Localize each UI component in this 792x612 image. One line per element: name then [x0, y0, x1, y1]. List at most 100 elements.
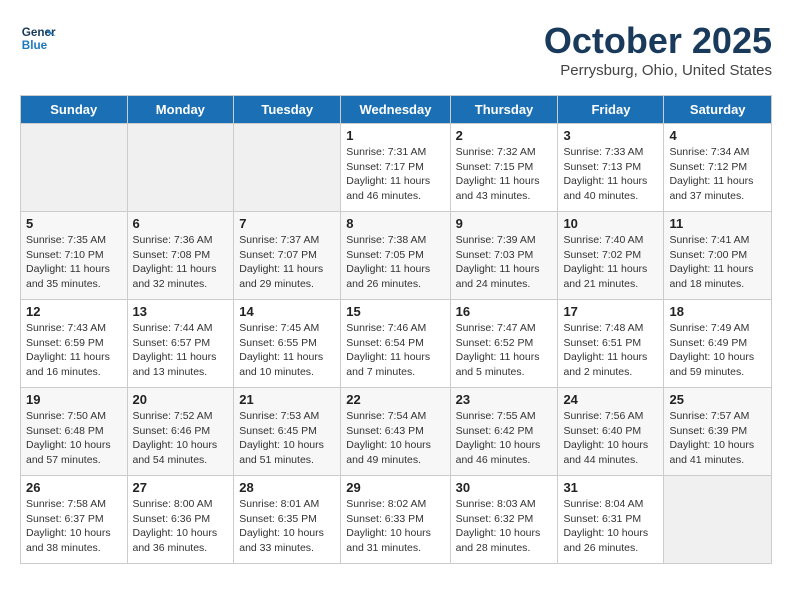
calendar-cell: 9 Sunrise: 7:39 AM Sunset: 7:03 PM Daylig…: [450, 212, 558, 300]
calendar-week-2: 5 Sunrise: 7:35 AM Sunset: 7:10 PM Daylig…: [21, 212, 772, 300]
day-info: Sunrise: 7:54 AM Sunset: 6:43 PM Dayligh…: [346, 409, 444, 468]
day-number: 7: [239, 216, 335, 231]
calendar-cell: 11 Sunrise: 7:41 AM Sunset: 7:00 PM Dayli…: [664, 212, 772, 300]
weekday-header-monday: Monday: [127, 96, 234, 124]
day-number: 13: [133, 304, 229, 319]
day-info: Sunrise: 7:39 AM Sunset: 7:03 PM Dayligh…: [456, 233, 553, 292]
day-info: Sunrise: 7:48 AM Sunset: 6:51 PM Dayligh…: [563, 321, 658, 380]
day-number: 14: [239, 304, 335, 319]
day-number: 26: [26, 480, 122, 495]
calendar-week-5: 26 Sunrise: 7:58 AM Sunset: 6:37 PM Dayli…: [21, 476, 772, 564]
day-info: Sunrise: 8:02 AM Sunset: 6:33 PM Dayligh…: [346, 497, 444, 556]
day-number: 31: [563, 480, 658, 495]
day-info: Sunrise: 7:41 AM Sunset: 7:00 PM Dayligh…: [669, 233, 766, 292]
day-info: Sunrise: 7:55 AM Sunset: 6:42 PM Dayligh…: [456, 409, 553, 468]
calendar-cell: [664, 476, 772, 564]
logo: General Blue: [20, 20, 56, 56]
calendar-cell: 10Sunrise: 7:40 AM Sunset: 7:02 PM Dayli…: [558, 212, 664, 300]
weekday-header-tuesday: Tuesday: [234, 96, 341, 124]
calendar-cell: 3Sunrise: 7:33 AM Sunset: 7:13 PM Daylig…: [558, 124, 664, 212]
weekday-header-friday: Friday: [558, 96, 664, 124]
day-number: 2: [456, 128, 553, 143]
day-info: Sunrise: 7:35 AM Sunset: 7:10 PM Dayligh…: [26, 233, 122, 292]
day-info: Sunrise: 7:37 AM Sunset: 7:07 PM Dayligh…: [239, 233, 335, 292]
weekday-header-saturday: Saturday: [664, 96, 772, 124]
day-info: Sunrise: 7:53 AM Sunset: 6:45 PM Dayligh…: [239, 409, 335, 468]
day-number: 17: [563, 304, 658, 319]
day-info: Sunrise: 8:01 AM Sunset: 6:35 PM Dayligh…: [239, 497, 335, 556]
day-number: 23: [456, 392, 553, 407]
day-info: Sunrise: 7:46 AM Sunset: 6:54 PM Dayligh…: [346, 321, 444, 380]
day-info: Sunrise: 7:45 AM Sunset: 6:55 PM Dayligh…: [239, 321, 335, 380]
day-info: Sunrise: 7:44 AM Sunset: 6:57 PM Dayligh…: [133, 321, 229, 380]
weekday-header-wednesday: Wednesday: [341, 96, 450, 124]
svg-text:Blue: Blue: [22, 39, 48, 52]
day-info: Sunrise: 7:52 AM Sunset: 6:46 PM Dayligh…: [133, 409, 229, 468]
weekday-header-sunday: Sunday: [21, 96, 128, 124]
day-info: Sunrise: 7:38 AM Sunset: 7:05 PM Dayligh…: [346, 233, 444, 292]
calendar-cell: 27 Sunrise: 8:00 AM Sunset: 6:36 PM Dayli…: [127, 476, 234, 564]
title-block: October 2025 Perrysburg, Ohio, United St…: [544, 20, 772, 79]
day-info: Sunrise: 7:43 AM Sunset: 6:59 PM Dayligh…: [26, 321, 122, 380]
day-number: 22: [346, 392, 444, 407]
calendar-cell: 13 Sunrise: 7:44 AM Sunset: 6:57 PM Dayli…: [127, 300, 234, 388]
calendar-cell: 14 Sunrise: 7:45 AM Sunset: 6:55 PM Dayli…: [234, 300, 341, 388]
day-number: 24: [563, 392, 658, 407]
day-info: Sunrise: 7:34 AM Sunset: 7:12 PM Dayligh…: [669, 145, 766, 204]
day-number: 9: [456, 216, 553, 231]
calendar-cell: 18 Sunrise: 7:49 AM Sunset: 6:49 PM Dayli…: [664, 300, 772, 388]
calendar-cell: 1Sunrise: 7:31 AM Sunset: 7:17 PM Daylig…: [341, 124, 450, 212]
calendar-cell: [21, 124, 128, 212]
day-number: 4: [669, 128, 766, 143]
day-info: Sunrise: 7:33 AM Sunset: 7:13 PM Dayligh…: [563, 145, 658, 204]
day-number: 1: [346, 128, 444, 143]
day-info: Sunrise: 8:03 AM Sunset: 6:32 PM Dayligh…: [456, 497, 553, 556]
day-info: Sunrise: 7:47 AM Sunset: 6:52 PM Dayligh…: [456, 321, 553, 380]
calendar-cell: 31 Sunrise: 8:04 AM Sunset: 6:31 PM Dayli…: [558, 476, 664, 564]
calendar-week-1: 1Sunrise: 7:31 AM Sunset: 7:17 PM Daylig…: [21, 124, 772, 212]
month-title: October 2025: [544, 20, 772, 62]
day-number: 5: [26, 216, 122, 231]
day-number: 19: [26, 392, 122, 407]
calendar-cell: 30 Sunrise: 8:03 AM Sunset: 6:32 PM Dayli…: [450, 476, 558, 564]
calendar-cell: 5 Sunrise: 7:35 AM Sunset: 7:10 PM Daylig…: [21, 212, 128, 300]
calendar-cell: 26 Sunrise: 7:58 AM Sunset: 6:37 PM Dayli…: [21, 476, 128, 564]
day-number: 27: [133, 480, 229, 495]
calendar-cell: 29 Sunrise: 8:02 AM Sunset: 6:33 PM Dayli…: [341, 476, 450, 564]
day-number: 25: [669, 392, 766, 407]
calendar-cell: 19 Sunrise: 7:50 AM Sunset: 6:48 PM Dayli…: [21, 388, 128, 476]
day-number: 30: [456, 480, 553, 495]
calendar-cell: 15Sunrise: 7:46 AM Sunset: 6:54 PM Dayli…: [341, 300, 450, 388]
calendar-cell: [234, 124, 341, 212]
calendar-cell: 24Sunrise: 7:56 AM Sunset: 6:40 PM Dayli…: [558, 388, 664, 476]
calendar-cell: 7 Sunrise: 7:37 AM Sunset: 7:07 PM Daylig…: [234, 212, 341, 300]
calendar-cell: 28 Sunrise: 8:01 AM Sunset: 6:35 PM Dayli…: [234, 476, 341, 564]
calendar-cell: 17 Sunrise: 7:48 AM Sunset: 6:51 PM Dayli…: [558, 300, 664, 388]
day-number: 29: [346, 480, 444, 495]
day-info: Sunrise: 7:40 AM Sunset: 7:02 PM Dayligh…: [563, 233, 658, 292]
day-number: 18: [669, 304, 766, 319]
logo-icon: General Blue: [20, 20, 56, 56]
day-info: Sunrise: 7:58 AM Sunset: 6:37 PM Dayligh…: [26, 497, 122, 556]
calendar-cell: 4 Sunrise: 7:34 AM Sunset: 7:12 PM Daylig…: [664, 124, 772, 212]
day-info: Sunrise: 8:04 AM Sunset: 6:31 PM Dayligh…: [563, 497, 658, 556]
day-info: Sunrise: 8:00 AM Sunset: 6:36 PM Dayligh…: [133, 497, 229, 556]
calendar-cell: 16 Sunrise: 7:47 AM Sunset: 6:52 PM Dayli…: [450, 300, 558, 388]
day-number: 28: [239, 480, 335, 495]
weekday-header-row: SundayMondayTuesdayWednesdayThursdayFrid…: [21, 96, 772, 124]
calendar-cell: 23 Sunrise: 7:55 AM Sunset: 6:42 PM Dayli…: [450, 388, 558, 476]
page-header: General Blue October 2025 Perrysburg, Oh…: [20, 20, 772, 79]
day-info: Sunrise: 7:36 AM Sunset: 7:08 PM Dayligh…: [133, 233, 229, 292]
calendar-week-4: 19 Sunrise: 7:50 AM Sunset: 6:48 PM Dayli…: [21, 388, 772, 476]
weekday-header-thursday: Thursday: [450, 96, 558, 124]
day-number: 16: [456, 304, 553, 319]
day-number: 11: [669, 216, 766, 231]
calendar-cell: 25Sunrise: 7:57 AM Sunset: 6:39 PM Dayli…: [664, 388, 772, 476]
day-number: 21: [239, 392, 335, 407]
day-number: 6: [133, 216, 229, 231]
calendar-cell: 22 Sunrise: 7:54 AM Sunset: 6:43 PM Dayli…: [341, 388, 450, 476]
day-info: Sunrise: 7:49 AM Sunset: 6:49 PM Dayligh…: [669, 321, 766, 380]
day-number: 8: [346, 216, 444, 231]
day-info: Sunrise: 7:50 AM Sunset: 6:48 PM Dayligh…: [26, 409, 122, 468]
calendar-cell: 12Sunrise: 7:43 AM Sunset: 6:59 PM Dayli…: [21, 300, 128, 388]
